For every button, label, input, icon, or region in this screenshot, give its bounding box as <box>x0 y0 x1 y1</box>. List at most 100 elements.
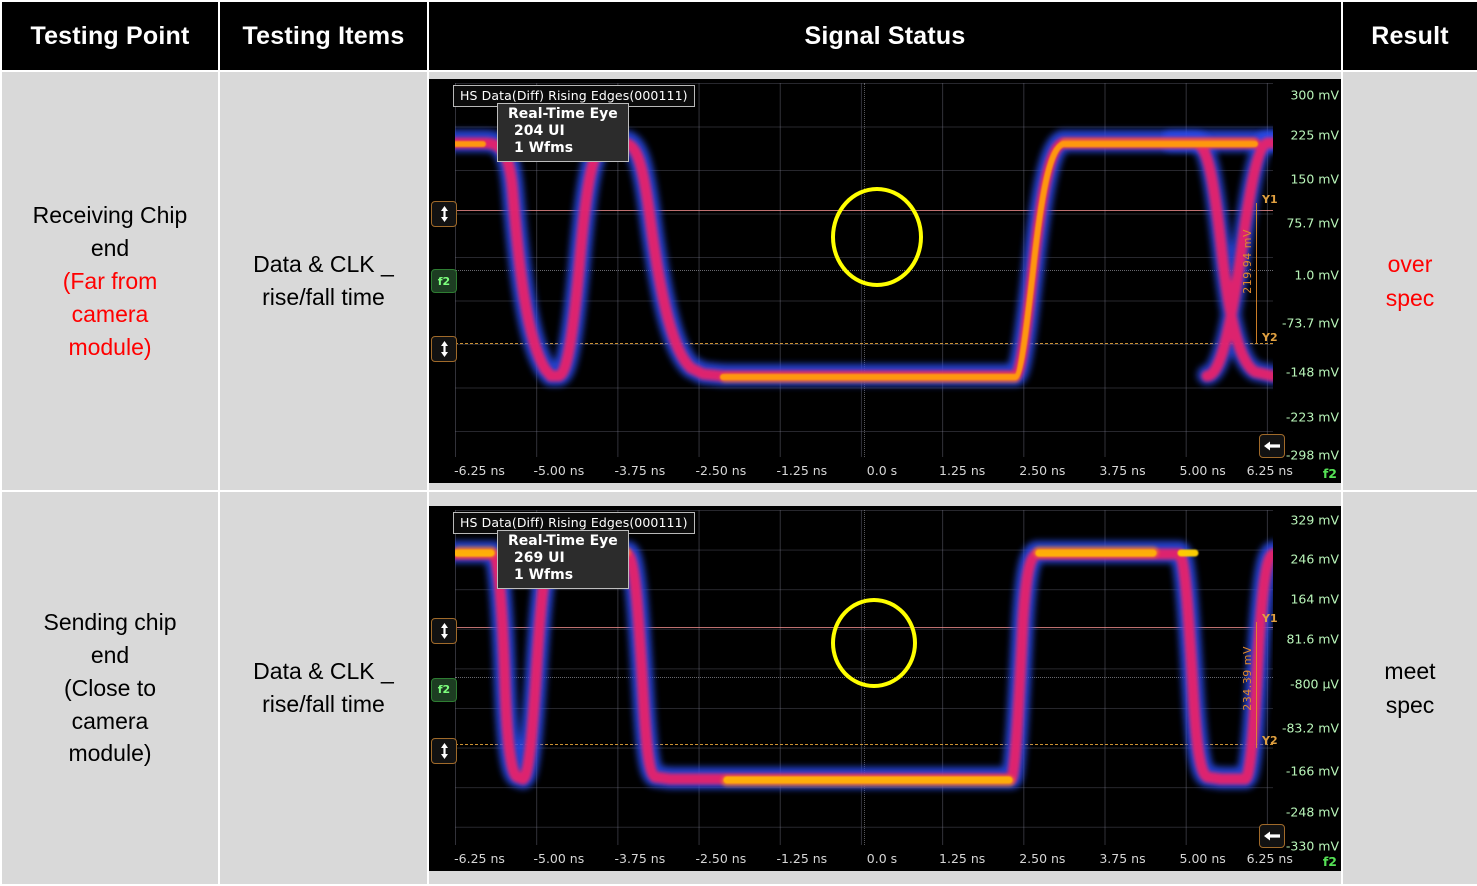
delta-measure-line-row1 <box>1256 203 1257 344</box>
x-tick: 6.25 ns <box>1246 463 1293 479</box>
cell-signal-status-row2: HS Data(Diff) Rising Edges(000111) Real-… <box>427 490 1343 886</box>
cursor-handle-y2-row1[interactable] <box>431 336 457 363</box>
cursor-handle-y1-row1[interactable] <box>431 201 457 228</box>
x-tick: 6.25 ns <box>1246 850 1293 866</box>
cursor-handle-y1-row2[interactable] <box>431 617 457 644</box>
cell-testing-point-row1: Receiving Chip end (Far from camera modu… <box>0 70 220 493</box>
delta-measure-label-row1: 219.94 mV <box>1241 229 1254 294</box>
y-tick: 75.7 mV <box>1286 215 1339 231</box>
x-tick: -5.00 ns <box>533 850 585 866</box>
x-tick: 0.0 s <box>866 463 898 479</box>
x-tick: -1.25 ns <box>776 850 828 866</box>
y-tick: 246 mV <box>1290 551 1339 567</box>
table-row: Sending chip end (Close to camera module… <box>0 490 1477 886</box>
y-tick: 81.6 mV <box>1286 631 1339 647</box>
y-tick: -73.7 mV <box>1281 315 1339 331</box>
scope-corner-label-row2: f2 <box>1322 853 1337 869</box>
testing-point-line5: module) <box>68 740 152 767</box>
testing-point-line1: Receiving Chip <box>32 202 188 229</box>
offset-arrow-icon-row2[interactable] <box>1259 823 1285 848</box>
overlay-title-row2: Real-Time Eye <box>508 532 618 549</box>
x-tick: 2.50 ns <box>1019 850 1066 866</box>
x-tick: 5.00 ns <box>1179 463 1226 479</box>
y-tick: -166 mV <box>1285 763 1339 779</box>
y-tick: -330 mV <box>1285 838 1339 854</box>
cursor-marker-y2-row1: Y2 <box>1262 331 1278 345</box>
oscilloscope-capture-receiving-chip: HS Data(Diff) Rising Edges(000111) Real-… <box>429 79 1341 484</box>
x-tick: -6.25 ns <box>454 463 505 479</box>
table-header-row: Testing Point Testing Items Signal Statu… <box>0 0 1477 73</box>
x-tick: 0.0 s <box>866 850 898 866</box>
x-tick: 3.75 ns <box>1099 850 1146 866</box>
channel-badge-f2-row1[interactable]: f2 <box>431 269 457 294</box>
y-tick: -223 mV <box>1285 409 1339 425</box>
testing-point-line4: camera <box>71 707 149 734</box>
y-tick: 225 mV <box>1290 127 1339 143</box>
scope-overlay-box-row1: Real-Time Eye 204 UI 1 Wfms <box>497 103 629 163</box>
testing-point-line2: end <box>90 234 130 261</box>
scope-y-axis-row2: 329 mV 246 mV 164 mV 81.6 mV -800 µV -83… <box>1275 506 1341 871</box>
delta-measure-line-row2 <box>1256 621 1257 748</box>
cell-result-row1: over spec <box>1341 70 1477 493</box>
y-tick: 150 mV <box>1290 171 1339 187</box>
x-tick: 5.00 ns <box>1179 850 1226 866</box>
result-line1: meet <box>1384 657 1436 684</box>
y-tick: -83.2 mV <box>1281 720 1339 736</box>
result-line1: over <box>1387 250 1433 277</box>
channel-badge-f2-row2[interactable]: f2 <box>431 677 457 702</box>
x-tick: 3.75 ns <box>1099 463 1146 479</box>
y-tick: -800 µV <box>1290 676 1339 692</box>
scope-overlay-box-row2: Real-Time Eye 269 UI 1 Wfms <box>497 529 629 589</box>
y-tick: 300 mV <box>1290 87 1339 103</box>
screenshot-root: Testing Point Testing Items Signal Statu… <box>0 0 1477 886</box>
scope-y-axis-row1: 300 mV 225 mV 150 mV 75.7 mV 1.0 mV -73.… <box>1275 79 1341 483</box>
cursor-handle-y2-row2[interactable] <box>431 737 457 764</box>
x-tick: 2.50 ns <box>1019 463 1066 479</box>
testing-point-line3: (Close to <box>63 674 157 701</box>
result-line2: spec <box>1385 285 1435 312</box>
testing-point-line3: (Far from <box>62 267 158 294</box>
testing-point-line5: module) <box>68 333 152 360</box>
x-tick: -3.75 ns <box>614 463 666 479</box>
overlay-wfms-row2: 1 Wfms <box>514 566 574 583</box>
testing-point-line1: Sending chip <box>43 608 177 635</box>
column-header-testing-point: Testing Point <box>0 0 220 73</box>
overlay-wfms-row1: 1 Wfms <box>514 140 574 157</box>
cursor-marker-y2-row2: Y2 <box>1262 733 1278 747</box>
x-tick: 1.25 ns <box>939 463 986 479</box>
cell-testing-point-row2: Sending chip end (Close to camera module… <box>0 490 220 886</box>
y-tick: -148 mV <box>1285 364 1339 380</box>
result-line2: spec <box>1385 692 1435 719</box>
x-tick: -1.25 ns <box>776 463 828 479</box>
testing-items-line1: Data & CLK _ <box>253 250 394 277</box>
cursor-marker-y1-row1: Y1 <box>1262 193 1278 207</box>
cell-testing-items-row2: Data & CLK _ rise/fall time <box>218 490 429 886</box>
signal-test-table: Testing Point Testing Items Signal Statu… <box>0 0 1477 886</box>
cell-result-row2: meet spec <box>1341 490 1477 886</box>
table-row: Receiving Chip end (Far from camera modu… <box>0 70 1477 493</box>
highlight-circle-row2 <box>831 597 917 688</box>
testing-point-line2: end <box>90 641 130 668</box>
offset-arrow-icon-row1[interactable] <box>1259 434 1285 459</box>
overlay-ui-row1: 204 UI <box>514 123 565 140</box>
scope-corner-label-row1: f2 <box>1322 466 1337 482</box>
x-tick: -2.50 ns <box>695 850 747 866</box>
testing-point-line4: camera <box>71 300 149 327</box>
cell-signal-status-row1: HS Data(Diff) Rising Edges(000111) Real-… <box>427 70 1343 493</box>
cell-testing-items-row1: Data & CLK _ rise/fall time <box>218 70 429 493</box>
cursor-marker-y1-row2: Y1 <box>1262 611 1278 625</box>
column-header-testing-items: Testing Items <box>218 0 429 73</box>
x-tick: -6.25 ns <box>454 850 505 866</box>
highlight-circle-row1 <box>831 187 923 288</box>
x-tick: -5.00 ns <box>533 463 585 479</box>
x-tick: -2.50 ns <box>695 463 747 479</box>
overlay-ui-row2: 269 UI <box>514 549 565 566</box>
overlay-title-row1: Real-Time Eye <box>508 106 618 123</box>
y-tick: -298 mV <box>1285 447 1339 463</box>
x-tick: -3.75 ns <box>614 850 666 866</box>
column-header-result: Result <box>1341 0 1477 73</box>
testing-items-line2: rise/fall time <box>262 691 385 718</box>
column-header-signal-status: Signal Status <box>427 0 1343 73</box>
scope-x-axis-row2: -6.25 ns -5.00 ns -3.75 ns -2.50 ns -1.2… <box>454 849 1293 869</box>
delta-measure-label-row2: 234.39 mV <box>1241 645 1254 711</box>
